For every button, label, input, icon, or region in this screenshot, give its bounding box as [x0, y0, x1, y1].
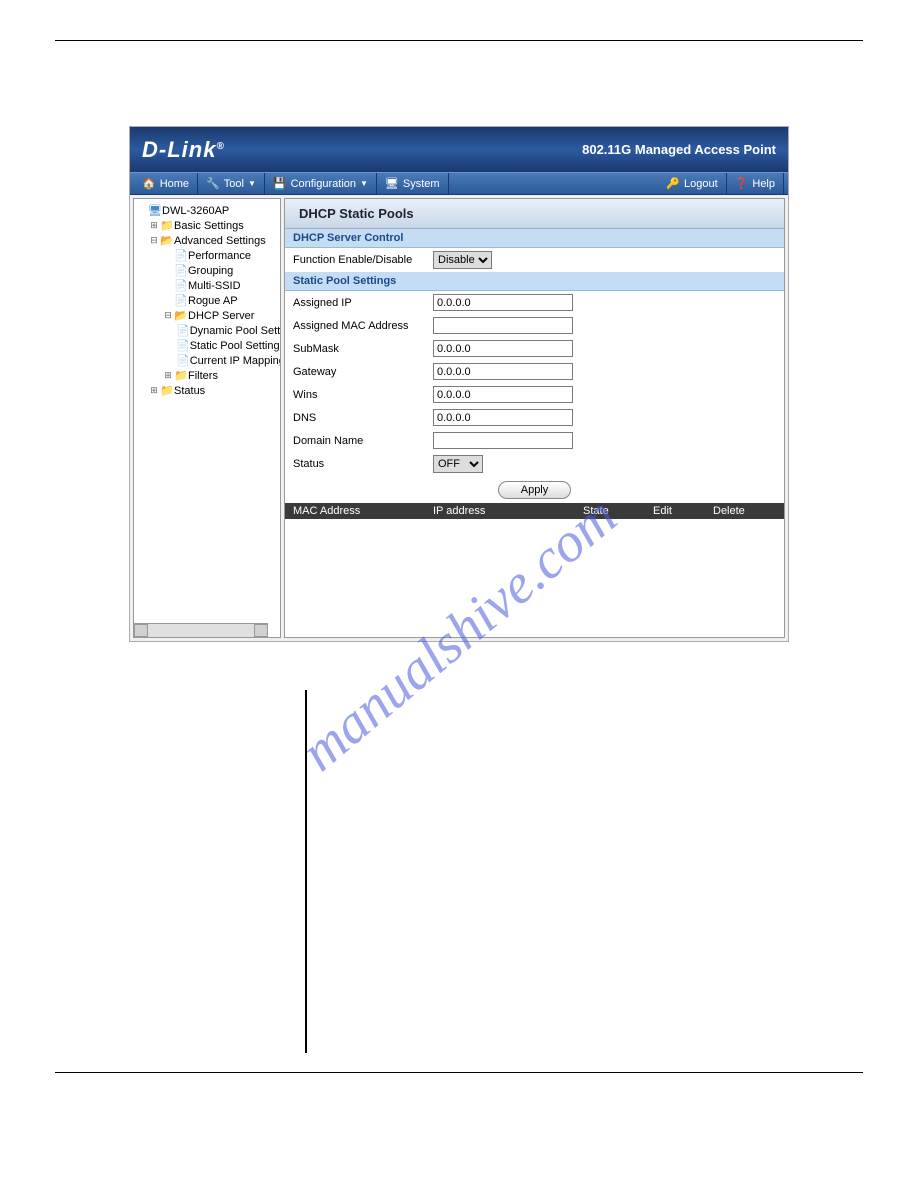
- minus-icon: ⊟: [162, 310, 174, 321]
- file-icon: 📄: [176, 324, 190, 337]
- file-icon: 📄: [174, 279, 188, 292]
- device-icon: 🖥: [148, 204, 162, 217]
- row-assigned-mac: Assigned MAC Address: [285, 314, 784, 337]
- sidebar: 🖥DWL-3260AP ⊞📁Basic Settings ⊟📂Advanced …: [133, 198, 281, 638]
- help-icon: ❓: [735, 177, 749, 190]
- function-label: Function Enable/Disable: [293, 254, 433, 266]
- menu-help[interactable]: ❓Help: [727, 173, 784, 194]
- scroll-right-icon[interactable]: [254, 624, 268, 637]
- plus-icon: ⊞: [148, 385, 160, 396]
- row-submask: SubMask: [285, 337, 784, 360]
- plus-icon: ⊞: [148, 220, 160, 231]
- tree-static-pool[interactable]: 📄Static Pool Setting: [134, 338, 280, 353]
- body-area: 🖥DWL-3260AP ⊞📁Basic Settings ⊟📂Advanced …: [130, 195, 788, 641]
- folder-icon: 📁: [160, 219, 174, 232]
- assigned-ip-label: Assigned IP: [293, 297, 433, 309]
- pool-table-header: MAC Address IP address State Edit Delete: [285, 503, 784, 519]
- bottom-rule: [55, 1072, 863, 1073]
- home-icon: 🏠: [142, 177, 156, 190]
- apply-button[interactable]: Apply: [498, 481, 572, 499]
- row-assigned-ip: Assigned IP: [285, 291, 784, 314]
- tree-filters[interactable]: ⊞📁Filters: [134, 368, 280, 383]
- logo: D-Link®: [142, 137, 225, 163]
- section-static-pool: Static Pool Settings: [285, 272, 784, 291]
- col-state: State: [583, 505, 653, 517]
- tree-advanced-settings[interactable]: ⊟📂Advanced Settings: [134, 233, 280, 248]
- top-rule: [55, 40, 863, 41]
- main-panel: DHCP Static Pools DHCP Server Control Fu…: [284, 198, 785, 638]
- folder-open-icon: 📂: [160, 234, 174, 247]
- dns-label: DNS: [293, 412, 433, 424]
- assigned-ip-input[interactable]: [433, 294, 573, 311]
- folder-icon: 📁: [160, 384, 174, 397]
- scroll-left-icon[interactable]: [134, 624, 148, 637]
- col-ip: IP address: [433, 505, 583, 517]
- chevron-down-icon: ▼: [360, 179, 368, 188]
- tree-grouping[interactable]: 📄Grouping: [134, 263, 280, 278]
- row-dns: DNS: [285, 406, 784, 429]
- tool-icon: 🔧: [206, 177, 220, 190]
- tree-performance[interactable]: 📄Performance: [134, 248, 280, 263]
- vertical-divider: [305, 690, 307, 1053]
- col-delete: Delete: [713, 505, 773, 517]
- wins-label: Wins: [293, 389, 433, 401]
- tree-rogue-ap[interactable]: 📄Rogue AP: [134, 293, 280, 308]
- menu-configuration[interactable]: 💾Configuration▼: [265, 173, 377, 194]
- tree-current-ip-mapping[interactable]: 📄Current IP Mapping L: [134, 353, 280, 368]
- folder-icon: 📁: [174, 369, 188, 382]
- tree-basic-settings[interactable]: ⊞📁Basic Settings: [134, 218, 280, 233]
- col-mac: MAC Address: [293, 505, 433, 517]
- function-select[interactable]: Disable: [433, 251, 492, 269]
- status-label: Status: [293, 458, 433, 470]
- wins-input[interactable]: [433, 386, 573, 403]
- file-icon: 📄: [174, 264, 188, 277]
- horizontal-scrollbar[interactable]: [134, 623, 268, 637]
- chevron-down-icon: ▼: [248, 179, 256, 188]
- section-dhcp-control: DHCP Server Control: [285, 229, 784, 248]
- assigned-mac-input[interactable]: [433, 317, 573, 334]
- domain-label: Domain Name: [293, 435, 433, 447]
- row-gateway: Gateway: [285, 360, 784, 383]
- row-status: Status OFF: [285, 452, 784, 476]
- submask-label: SubMask: [293, 343, 433, 355]
- file-icon: 📄: [176, 339, 190, 352]
- row-function-enable: Function Enable/Disable Disable: [285, 248, 784, 272]
- domain-input[interactable]: [433, 432, 573, 449]
- dns-input[interactable]: [433, 409, 573, 426]
- tree-root[interactable]: 🖥DWL-3260AP: [134, 203, 280, 218]
- menu-tool[interactable]: 🔧Tool▼: [198, 173, 265, 194]
- file-icon: 📄: [174, 294, 188, 307]
- assigned-mac-label: Assigned MAC Address: [293, 320, 433, 332]
- panel-title-bar: DHCP Static Pools: [285, 199, 784, 229]
- product-title: 802.11G Managed Access Point: [582, 142, 776, 157]
- row-wins: Wins: [285, 383, 784, 406]
- nav-tree: 🖥DWL-3260AP ⊞📁Basic Settings ⊟📂Advanced …: [134, 199, 280, 402]
- menu-bar: 🏠Home 🔧Tool▼ 💾Configuration▼ 🖥System 🔑Lo…: [130, 172, 788, 195]
- tree-dhcp-server[interactable]: ⊟📂DHCP Server: [134, 308, 280, 323]
- save-icon: 💾: [273, 177, 287, 190]
- submask-input[interactable]: [433, 340, 573, 357]
- minus-icon: ⊟: [148, 235, 160, 246]
- router-admin-ui: D-Link® 802.11G Managed Access Point 🏠Ho…: [129, 126, 789, 642]
- status-select[interactable]: OFF: [433, 455, 483, 473]
- tree-dynamic-pool[interactable]: 📄Dynamic Pool Setting: [134, 323, 280, 338]
- plus-icon: ⊞: [162, 370, 174, 381]
- tree-status[interactable]: ⊞📁Status: [134, 383, 280, 398]
- file-icon: 📄: [174, 249, 188, 262]
- folder-open-icon: 📂: [174, 309, 188, 322]
- menu-logout[interactable]: 🔑Logout: [658, 173, 726, 194]
- system-icon: 🖥: [385, 177, 399, 190]
- row-domain: Domain Name: [285, 429, 784, 452]
- file-icon: 📄: [176, 354, 190, 367]
- tree-multi-ssid[interactable]: 📄Multi-SSID: [134, 278, 280, 293]
- logout-icon: 🔑: [666, 177, 680, 190]
- apply-row: Apply: [285, 476, 784, 503]
- panel-title: DHCP Static Pools: [299, 206, 414, 221]
- menu-home[interactable]: 🏠Home: [134, 173, 198, 194]
- gateway-input[interactable]: [433, 363, 573, 380]
- col-edit: Edit: [653, 505, 713, 517]
- menu-system[interactable]: 🖥System: [377, 173, 449, 194]
- gateway-label: Gateway: [293, 366, 433, 378]
- header-bar: D-Link® 802.11G Managed Access Point: [130, 127, 788, 172]
